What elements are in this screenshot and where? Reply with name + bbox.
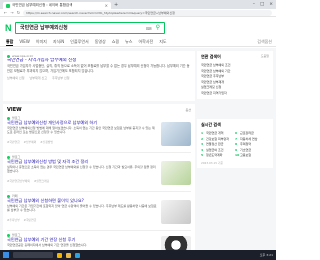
maximize-icon[interactable]: □ (260, 1, 264, 8)
close-window-icon[interactable]: × (269, 1, 273, 8)
tab-all[interactable]: 통합 (6, 39, 14, 46)
view-options-button[interactable]: 옵션 (185, 108, 191, 112)
window-controls: – □ × (253, 1, 273, 8)
item-snippet: 국민연금 납부예외신청 방법에 대해 알아보겠습니다. 소득이 없는 기간 동안… (7, 125, 155, 134)
item-snippet: 납부예외 기간은 가입기간에 포함되지 않아 연금 수령액이 줄어들 수 있습니… (7, 203, 157, 212)
realtime-updated: 2023.03.15 기준 (201, 160, 224, 165)
tag[interactable]: #국민연금 (24, 218, 37, 222)
tab-shopping[interactable]: 쇼핑 (112, 39, 119, 46)
item-thumbnail[interactable] (161, 122, 191, 146)
naver-logo[interactable]: N (5, 23, 12, 33)
item-snippet: 국민연금공단 홈페이지에서 납부예외 기간 연장을 신청했습니다. (7, 242, 88, 247)
tab-view[interactable]: VIEW (19, 39, 29, 46)
taskbar-search[interactable] (13, 252, 53, 258)
edge-icon[interactable] (75, 252, 80, 258)
naver-favicon-icon (6, 3, 10, 8)
tag[interactable]: #추후납부 (7, 218, 20, 222)
item-snippet: 실직이나 휴업으로 소득이 없는 경우 국민연금 납부예외를 신청할 수 있습니… (7, 164, 156, 173)
url-field[interactable]: https://m.search.naver.com/search.naver?… (23, 9, 272, 16)
close-tab-icon[interactable]: × (105, 3, 108, 8)
search-box[interactable]: 국민연금 납부예외신청 ⌨ ⚲ (15, 22, 165, 34)
section-title: VIEW (7, 107, 22, 113)
start-icon[interactable] (3, 252, 9, 258)
tag[interactable]: #납부예외 (24, 140, 37, 144)
clock: 오후 3:21 (259, 253, 273, 257)
search-input[interactable]: 국민연금 납부예외신청 (20, 23, 143, 33)
related-title: 연관 검색어 (201, 54, 221, 59)
browser-tab-bar: 국민연금 납부예외신청 : 네이버 통합검색 × + – □ × (0, 0, 276, 9)
sub-link[interactable]: 납부재개 신고 (30, 76, 48, 80)
tab-influencer[interactable]: 인플루언서 (70, 39, 88, 46)
main-results: www.nps.or.kr 국민연금 - 지역가입자 납부예외 신청 국민연금 … (0, 48, 195, 256)
tag[interactable]: #실업크레딧 (34, 179, 49, 183)
browser-tab[interactable]: 국민연금 납부예외신청 : 네이버 통합검색 × (3, 2, 111, 9)
folder-icon[interactable] (66, 252, 71, 258)
top-result-card: www.nps.or.kr 국민연금 - 지역가입자 납부예외 신청 국민연금 … (3, 51, 195, 101)
keyboard-icon[interactable]: ⌨ (146, 26, 152, 31)
tab-image[interactable]: 이미지 (36, 39, 47, 46)
address-bar: ← → ↻ https://m.search.naver.com/search.… (0, 9, 276, 17)
tab-kin[interactable]: 지식iN (53, 39, 64, 46)
tag[interactable]: #신청방법 (40, 140, 53, 144)
chrome-icon[interactable] (57, 252, 62, 258)
item-thumbnail[interactable] (161, 161, 191, 185)
new-tab-icon[interactable]: + (114, 2, 118, 8)
view-item: 카페 국민연금 납부예외 신청하면 불이익 있나요? 납부예외 기간은 가입기간… (7, 194, 191, 231)
tag[interactable]: #국민연금납부예외 (7, 179, 30, 183)
sub-link[interactable]: 추후납부 신청 (52, 76, 70, 80)
back-icon[interactable]: ← (4, 10, 7, 15)
taskbar: 오후 3:21 (0, 250, 276, 260)
forward-icon[interactable]: → (10, 10, 13, 15)
tab-news[interactable]: 뉴스 (125, 39, 132, 46)
help-link[interactable]: 도움말 (261, 54, 269, 60)
view-item: 블로그 국민연금 납부예외신청 방법 및 자격 조건 정리 실직이나 휴업으로 … (7, 155, 191, 192)
search-header: N 국민연금 납부예외신청 ⌨ ⚲ 통합 VIEW 이미지 지식iN 인플루언서… (0, 17, 276, 47)
related-item[interactable]: 국민연금 지역가입자 (201, 91, 269, 97)
view-section: VIEW 옵션 블로그 국민연금 납부예외신청 개인사정으로 납부예외 하기 국… (3, 104, 195, 256)
search-tabs: 통합 VIEW 이미지 지식iN 인플루언서 동영상 쇼핑 뉴스 어학사전 지도 (6, 39, 167, 46)
tab-map[interactable]: 지도 (159, 39, 166, 46)
view-item: 블로그 국민연금 납부예외신청 개인사정으로 납부예외 하기 국민연금 납부예외… (7, 116, 191, 153)
tab-title: 국민연금 납부예외신청 : 네이버 통합검색 (12, 3, 73, 7)
realtime-item[interactable]: 10 고용보험 (235, 153, 269, 159)
related-searches: 연관 검색어 도움말 국민연금 납부예외 조건 국민연금 납부예외 기간 국민연금… (197, 51, 273, 99)
result-snippet: 국민연금 가입자가 사업중단, 실직, 휴직 등으로 소득이 없어 보험료를 납… (7, 64, 190, 73)
search-icon[interactable]: ⚲ (156, 25, 160, 31)
sub-link[interactable]: 납부예외 신청 (7, 76, 25, 80)
reload-icon[interactable]: ↻ (17, 10, 20, 15)
search-options-link[interactable]: 검색옵션 (257, 39, 272, 45)
realtime-title: 실시간 검색 (201, 122, 221, 127)
tag[interactable]: #국민연금 (7, 140, 20, 144)
minimize-icon[interactable]: – (253, 1, 255, 8)
tab-dictionary[interactable]: 어학사전 (139, 39, 154, 46)
item-thumbnail[interactable] (161, 200, 191, 224)
realtime-searches: 실시간 검색 1 국민연금 개혁 2 건강보험 피부양자 3 연말정산 환급 4 실업급… (197, 119, 273, 168)
right-sidebar: 연관 검색어 도움말 국민연금 납부예외 조건 국민연금 납부예외 기간 국민연금… (195, 48, 276, 250)
realtime-item[interactable]: 5 청년도약계좌 (201, 153, 235, 159)
sub-links: 납부예외 신청 납부재개 신고 추후납부 신청 (7, 76, 191, 80)
tab-video[interactable]: 동영상 (95, 39, 106, 46)
